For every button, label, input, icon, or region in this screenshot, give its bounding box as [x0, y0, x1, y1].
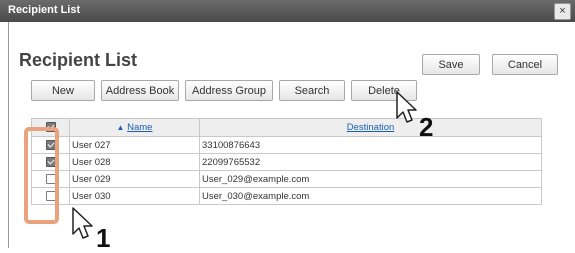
save-button[interactable]: Save — [422, 54, 480, 75]
address-book-button[interactable]: Address Book — [101, 80, 179, 101]
cancel-button[interactable]: Cancel — [492, 54, 558, 75]
window-titlebar: Recipient List × — [0, 0, 575, 22]
table-header-row: ▲ Name Destination — [31, 118, 542, 137]
close-icon[interactable]: × — [554, 3, 571, 20]
window-title: Recipient List — [8, 4, 81, 16]
row-name: User 029 — [69, 170, 200, 188]
page-title: Recipient List — [19, 50, 138, 70]
mouse-pointer-icon — [396, 91, 417, 123]
sort-ascending-icon: ▲ — [116, 123, 125, 132]
table-row[interactable]: User 030 User_030@example.com — [31, 187, 542, 205]
row-name: User 030 — [69, 187, 200, 205]
name-header-link[interactable]: Name — [127, 122, 152, 133]
address-group-button[interactable]: Address Group — [185, 80, 273, 101]
mouse-pointer-icon — [72, 207, 93, 239]
checkbox-column-highlight — [24, 127, 59, 224]
name-column-header[interactable]: ▲ Name — [69, 118, 200, 137]
callout-number-2: 2 — [419, 112, 434, 142]
table-row[interactable]: User 028 22099765532 — [31, 153, 542, 171]
table-row[interactable]: User 027 33100876643 — [31, 136, 542, 154]
row-destination: 22099765532 — [199, 153, 542, 171]
new-button[interactable]: New — [31, 80, 95, 101]
callout-number-1: 1 — [96, 223, 111, 253]
row-destination: 33100876643 — [199, 136, 542, 154]
row-name: User 027 — [69, 136, 200, 154]
row-destination: User_030@example.com — [199, 187, 542, 205]
destination-header-link[interactable]: Destination — [347, 122, 395, 133]
destination-column-header[interactable]: Destination — [199, 118, 542, 137]
row-destination: User_029@example.com — [199, 170, 542, 188]
recipient-table: ▲ Name Destination User 027 33100876643 … — [31, 118, 542, 205]
row-name: User 028 — [69, 153, 200, 171]
table-row[interactable]: User 029 User_029@example.com — [31, 170, 542, 188]
search-button[interactable]: Search — [279, 80, 345, 101]
